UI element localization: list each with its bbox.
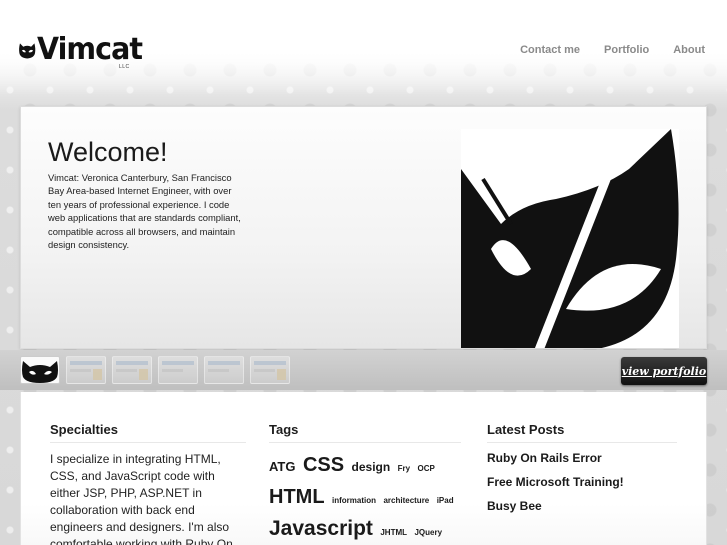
- tags-heading: Tags: [269, 422, 461, 443]
- cat-face-icon: [461, 129, 679, 348]
- view-portfolio-button[interactable]: view portfolio: [621, 357, 707, 385]
- hero-intro-text: Vimcat: Veronica Canterbury, San Francis…: [48, 172, 241, 251]
- post-link[interactable]: Free Microsoft Training!: [487, 475, 677, 489]
- tag-cloud: ATG CSS design Fry OCP HTML information …: [269, 451, 461, 545]
- specialties-text: I specialize in integrating HTML, CSS, a…: [50, 452, 233, 545]
- post-link[interactable]: Ruby On Rails Error: [487, 451, 677, 465]
- cat-logo-icon: [19, 43, 36, 59]
- tag-link[interactable]: ATG: [269, 459, 295, 474]
- tag-link[interactable]: HTML: [269, 486, 325, 508]
- thumbnail-6[interactable]: [250, 356, 290, 384]
- post-link[interactable]: Busy Bee: [487, 499, 677, 513]
- thumbnail-2[interactable]: [66, 356, 106, 384]
- tag-link[interactable]: OCP: [418, 464, 435, 473]
- latest-posts-section: Latest Posts Ruby On Rails Error Free Mi…: [487, 422, 677, 523]
- logo-suffix: LLC: [119, 64, 130, 70]
- thumbnail-4[interactable]: [158, 356, 198, 384]
- tag-link[interactable]: JHTML: [380, 528, 407, 537]
- site-logo[interactable]: Vimcat LLC: [18, 34, 148, 74]
- hero-title: Welcome!: [48, 137, 168, 167]
- nav-portfolio[interactable]: Portfolio: [604, 44, 649, 56]
- portfolio-strip: [0, 350, 727, 390]
- tag-link[interactable]: Javascript: [269, 517, 373, 540]
- thumbnail-5[interactable]: [204, 356, 244, 384]
- latest-posts-list: Ruby On Rails Error Free Microsoft Train…: [487, 451, 677, 513]
- cat-thumbnail-icon: [22, 361, 58, 383]
- thumbnail-3[interactable]: [112, 356, 152, 384]
- logo-text: Vimcat: [37, 32, 143, 67]
- nav-about[interactable]: About: [673, 44, 705, 56]
- hero-cat-illustration: [461, 129, 679, 348]
- tag-link[interactable]: JQuery: [414, 528, 442, 537]
- tags-section: Tags ATG CSS design Fry OCP HTML informa…: [269, 422, 461, 545]
- tag-link[interactable]: design: [352, 460, 391, 474]
- nav-contact-me[interactable]: Contact me: [520, 44, 580, 56]
- tag-link[interactable]: Fry: [398, 464, 410, 473]
- hero-panel: Welcome! Vimcat: Veronica Canterbury, Sa…: [20, 106, 707, 349]
- tag-link[interactable]: iPad: [437, 496, 454, 505]
- specialties-section: Specialties I specialize in integrating …: [50, 422, 246, 545]
- tag-link[interactable]: CSS: [303, 454, 344, 476]
- main-nav: Contact me Portfolio About: [520, 44, 705, 56]
- specialties-heading: Specialties: [50, 422, 246, 443]
- latest-posts-heading: Latest Posts: [487, 422, 677, 443]
- tag-link[interactable]: architecture: [383, 496, 429, 505]
- tag-link[interactable]: information: [332, 496, 376, 505]
- thumbnail-1[interactable]: [20, 356, 60, 384]
- content-panel: Specialties I specialize in integrating …: [20, 392, 707, 545]
